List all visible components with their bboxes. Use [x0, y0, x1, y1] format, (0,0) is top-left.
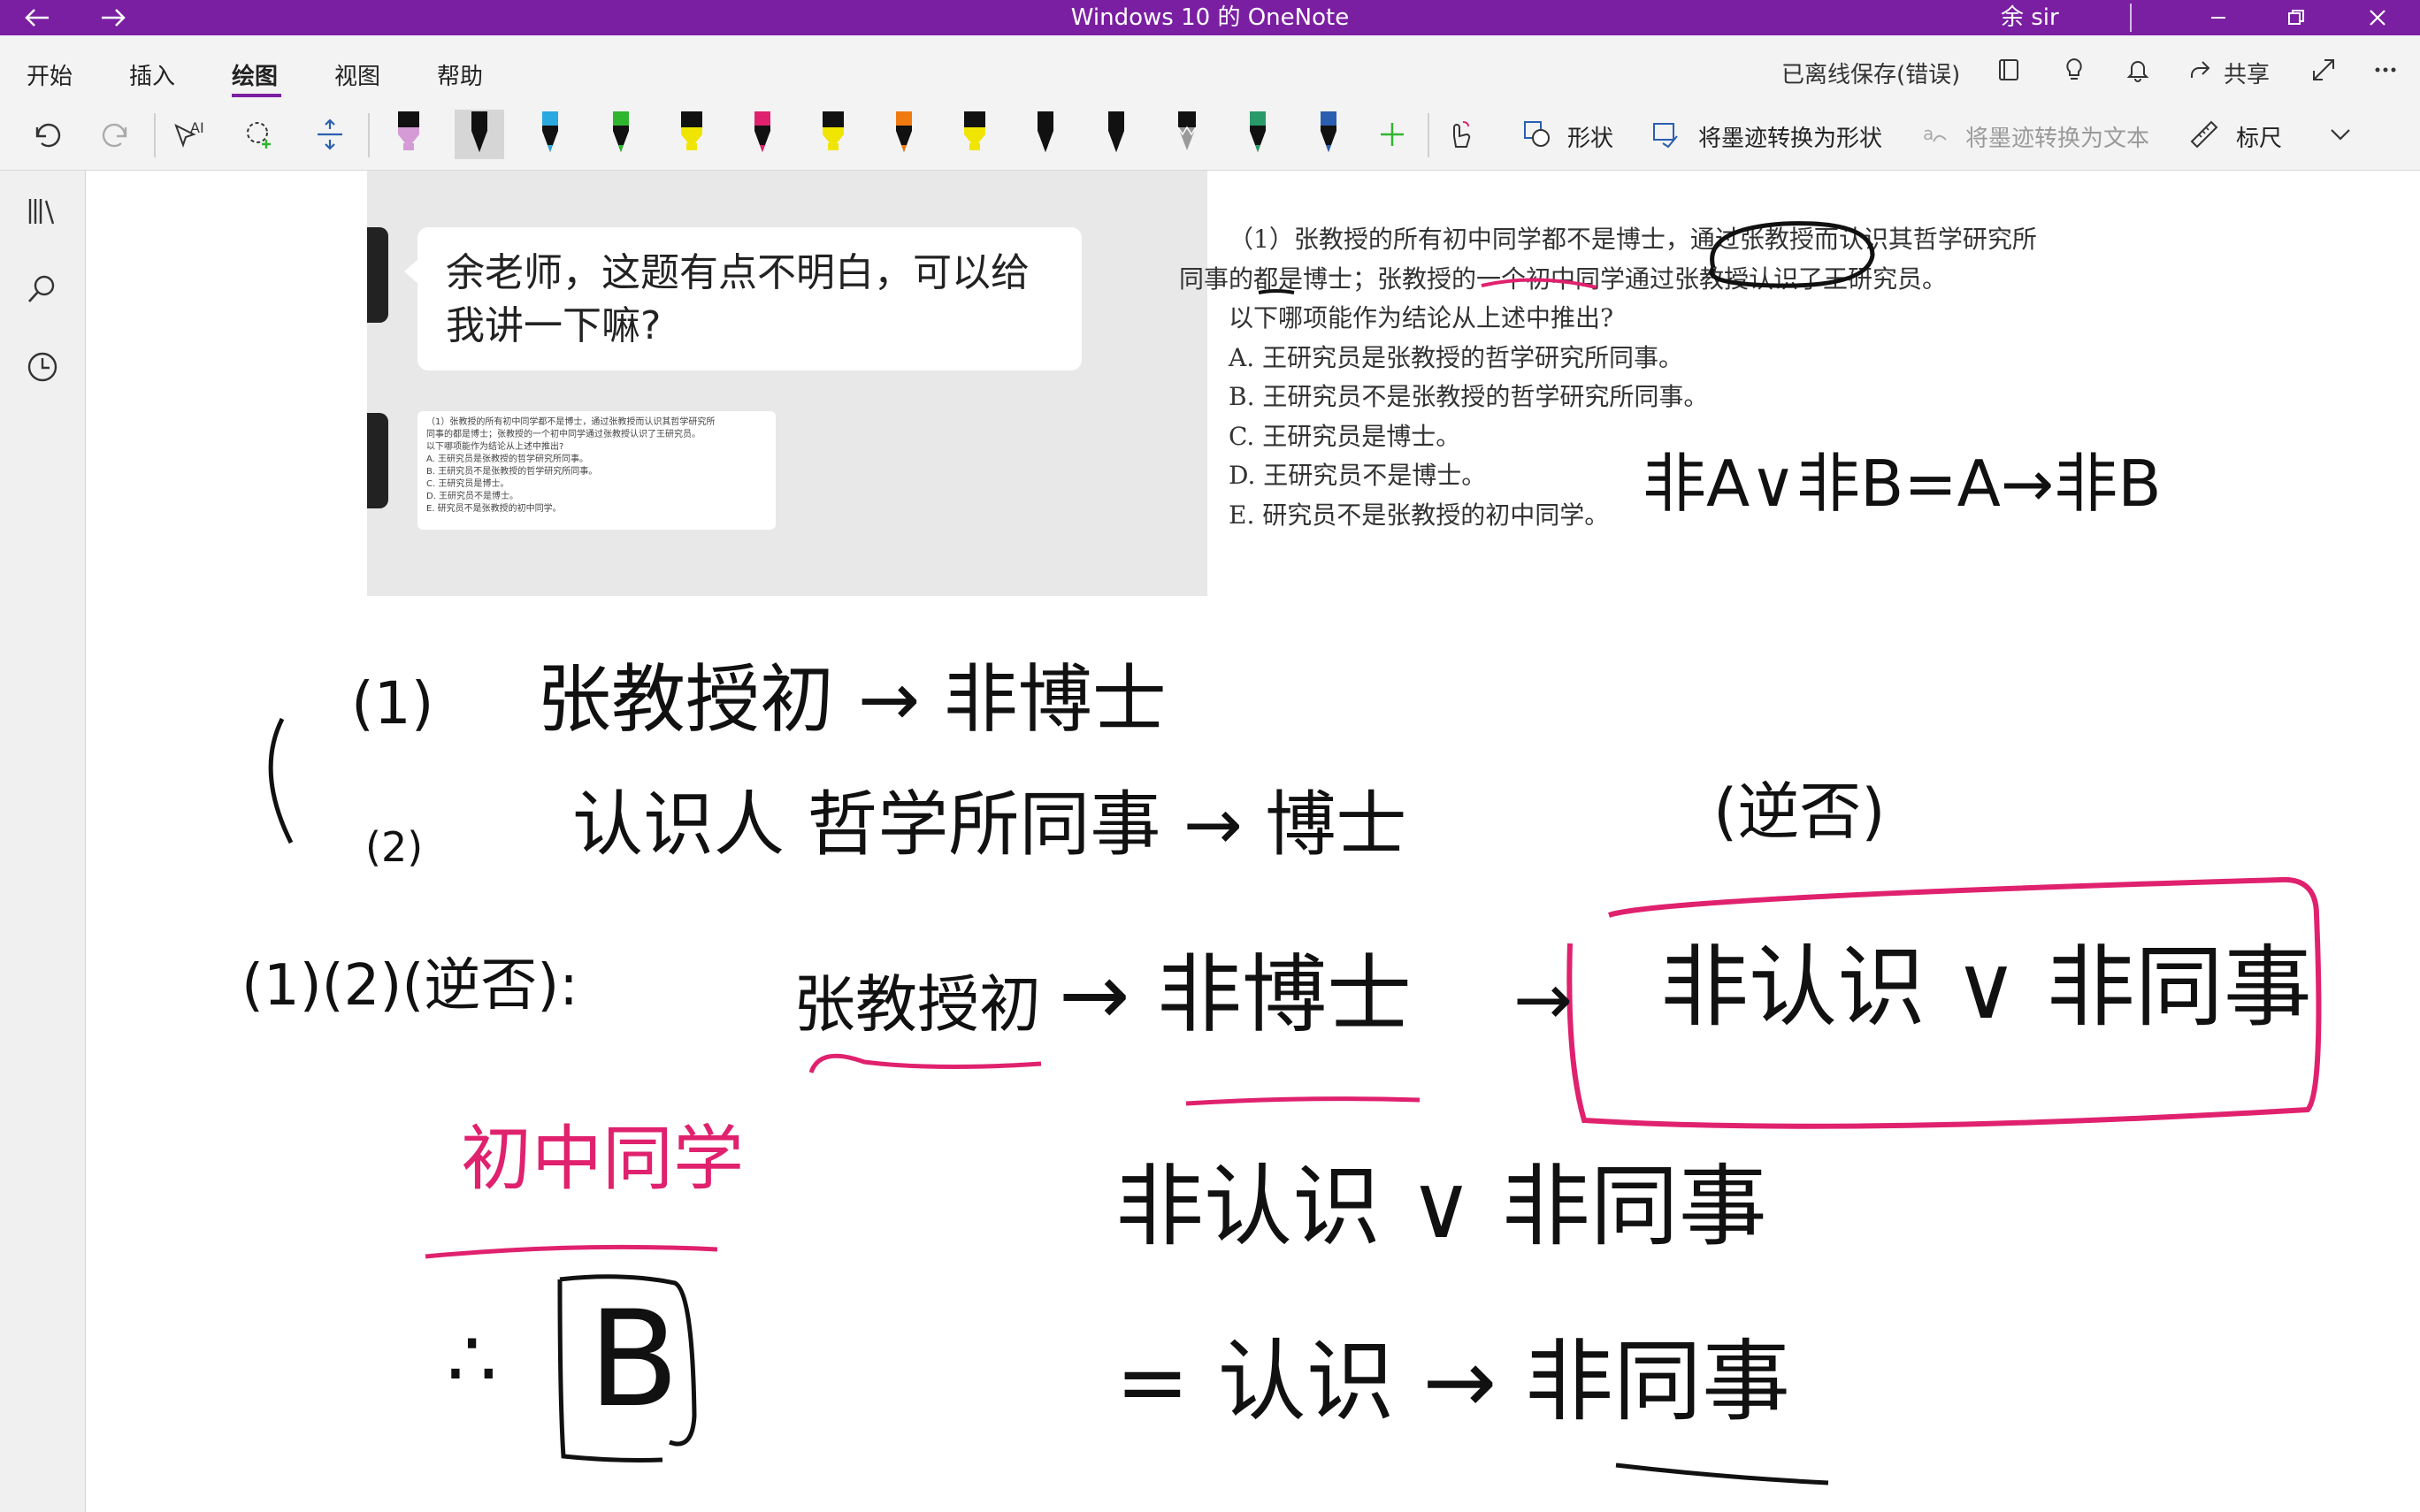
ink-to-shape-button[interactable]: 将墨迹转换为形状 — [1698, 120, 1882, 153]
notebooks-icon[interactable] — [23, 192, 62, 231]
user-name[interactable]: 余 sir — [2001, 0, 2059, 35]
ink-premise2-note: (逆否) — [1713, 775, 1886, 848]
ruler-icon[interactable] — [2185, 110, 2224, 159]
ink-eq2: = 认识 → 非同事 — [1115, 1330, 1790, 1433]
pen-3-icon[interactable] — [525, 110, 575, 159]
tab-view[interactable]: 视图 — [334, 58, 380, 91]
title-bar: Windows 10 的 OneNote 余 sir — [0, 0, 2420, 35]
expand-icon[interactable] — [2309, 55, 2339, 85]
ink-premise2-label: (2) — [365, 823, 424, 871]
add-pen-icon[interactable] — [1373, 110, 1412, 159]
minimize-icon[interactable] — [2201, 0, 2236, 35]
pen-12-icon[interactable] — [1162, 110, 1212, 159]
ink-premise1: 张教授初 → 非博士 — [537, 656, 1167, 743]
svg-text:AI: AI — [190, 119, 204, 136]
ink-chain-c: → — [1513, 958, 1574, 1041]
ink-to-shape-icon[interactable] — [1647, 110, 1686, 159]
redo-icon[interactable] — [97, 110, 136, 159]
pen-4-icon[interactable] — [596, 110, 646, 159]
ink-answer: B — [588, 1283, 679, 1437]
shapes-icon[interactable] — [1518, 110, 1557, 159]
pen-9-icon[interactable] — [950, 110, 999, 159]
ruler-button[interactable]: 标尺 — [2236, 120, 2282, 153]
pen-11-icon[interactable] — [1091, 110, 1141, 159]
page-canvas[interactable]: 余老师，这题有点不明白，可以给 我讲一下嘛? （1）张教授的所有初中同学都不是博… — [86, 171, 2420, 1512]
ink-chain-label: (1)(2)(逆否): — [241, 953, 578, 1019]
ink-formula: 非A∨非B=A→非B — [1643, 447, 2162, 521]
bell-icon[interactable] — [2123, 55, 2153, 85]
ink-to-text-button[interactable]: 将墨迹转换为文本 — [1965, 120, 2149, 153]
draw-toolbar: AI 形状 将墨迹转换为形状 a 将墨迹转换为文本 标尺 — [0, 99, 2420, 171]
ink-premise2: 认识人 哲学所同事 → 博士 — [572, 783, 1407, 866]
toolbar-separator — [154, 113, 156, 157]
search-icon[interactable] — [23, 270, 62, 309]
left-nav — [0, 171, 86, 1512]
notebook-icon[interactable] — [1994, 55, 2024, 85]
share-icon[interactable] — [2185, 55, 2215, 85]
touch-draw-icon[interactable] — [1442, 110, 1481, 159]
pen-13-icon[interactable] — [1233, 110, 1283, 159]
tab-home[interactable]: 开始 — [27, 58, 73, 91]
restore-icon[interactable] — [2278, 0, 2314, 35]
ink-eq1: 非认识 ∨ 非同事 — [1115, 1155, 1767, 1258]
recent-icon[interactable] — [23, 347, 62, 386]
tab-insert[interactable]: 插入 — [129, 58, 175, 91]
ink-premise1-label: (1) — [351, 669, 434, 737]
title-separator — [2130, 4, 2132, 32]
close-icon[interactable] — [2360, 0, 2395, 35]
pen-1-icon[interactable] — [384, 110, 433, 159]
pen-6-icon[interactable] — [738, 110, 787, 159]
pen-10-icon[interactable] — [1021, 110, 1070, 159]
ink-chain-b: → 非博士 — [1059, 945, 1412, 1044]
shapes-button[interactable]: 形状 — [1567, 120, 1613, 153]
share-button[interactable]: 共享 — [2224, 57, 2270, 89]
sync-status[interactable]: 已离线保存(错误) — [1781, 57, 1960, 89]
toolbar-separator — [1428, 113, 1429, 157]
undo-icon[interactable] — [27, 110, 65, 159]
chevron-down-icon[interactable] — [2321, 110, 2360, 159]
more-options-icon[interactable] — [2370, 55, 2401, 85]
toolbar-separator — [368, 113, 370, 157]
pen-5-icon[interactable] — [667, 110, 716, 159]
ink-therefore: ∴ — [447, 1313, 498, 1406]
pen-7-icon[interactable] — [808, 110, 858, 159]
type-select-icon[interactable]: AI — [168, 110, 209, 159]
pen-2-icon[interactable] — [455, 110, 504, 159]
ribbon-tabs: 开始 插入 绘图 视图 帮助 已离线保存(错误) 共享 — [0, 35, 2420, 99]
ink-to-text-icon[interactable]: a — [1916, 110, 1955, 159]
lightbulb-icon[interactable] — [2059, 55, 2089, 85]
svg-text:a: a — [1923, 123, 1934, 144]
pen-8-icon[interactable] — [879, 110, 929, 159]
tab-draw-underline — [232, 94, 281, 97]
lasso-select-icon[interactable] — [239, 110, 280, 159]
ink-pink-label: 初中同学 — [461, 1118, 744, 1200]
tab-draw[interactable]: 绘图 — [232, 58, 278, 91]
ink-chain-box: 非认识 ∨ 非同事 — [1660, 935, 2312, 1039]
add-space-icon[interactable] — [310, 110, 350, 159]
pen-14-icon[interactable] — [1304, 110, 1353, 159]
ink-chain-a: 张教授初 — [793, 968, 1041, 1041]
tab-help[interactable]: 帮助 — [437, 58, 483, 91]
